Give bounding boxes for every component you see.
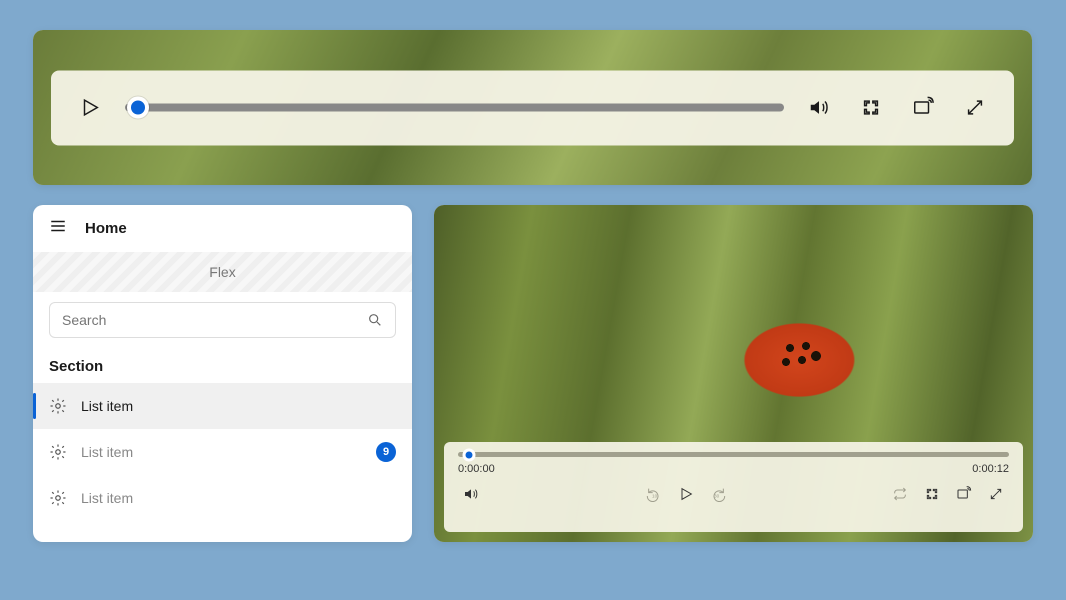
- seek-slider[interactable]: [125, 104, 784, 112]
- gear-icon: [49, 489, 67, 507]
- gear-icon: [49, 397, 67, 415]
- nav-header: Home: [33, 205, 412, 252]
- compact-overlay-button[interactable]: [854, 91, 888, 125]
- volume-icon: [463, 486, 479, 502]
- nav-item-label: List item: [81, 490, 396, 506]
- skip-forward-button[interactable]: 30: [705, 481, 731, 507]
- nav-item-0[interactable]: List item: [33, 383, 412, 429]
- compact-overlay-icon: [924, 486, 940, 502]
- skip-forward-icon: 30: [710, 486, 726, 502]
- video-seek-slider[interactable]: [458, 452, 1009, 457]
- hamburger-icon: [49, 217, 67, 235]
- loop-button[interactable]: [887, 481, 913, 507]
- play-icon: [79, 97, 101, 119]
- cast-icon: [912, 97, 934, 119]
- duration: 0:00:12: [972, 463, 1009, 475]
- nav-item-1[interactable]: List item 9: [33, 429, 412, 475]
- current-time: 0:00:00: [458, 463, 495, 475]
- search-wrap: [33, 292, 412, 348]
- fullscreen-icon: [988, 486, 1004, 502]
- compact-overlay-icon: [860, 97, 882, 119]
- navigation-panel: Home Flex Section List item List item 9 …: [33, 205, 412, 542]
- volume-icon: [808, 97, 830, 119]
- video-cast-button[interactable]: [951, 481, 977, 507]
- video-seek-thumb[interactable]: [463, 448, 476, 461]
- fullscreen-button[interactable]: [958, 91, 992, 125]
- video-compact-overlay-button[interactable]: [919, 481, 945, 507]
- play-button[interactable]: [73, 91, 107, 125]
- volume-button[interactable]: [802, 91, 836, 125]
- nav-item-2[interactable]: List item: [33, 475, 412, 521]
- cast-icon: [956, 486, 972, 502]
- play-icon: [678, 486, 694, 502]
- nav-item-label: List item: [81, 398, 396, 414]
- skip-back-button[interactable]: 10: [641, 481, 667, 507]
- nav-item-label: List item: [81, 444, 362, 460]
- top-player-controls: [51, 70, 1014, 145]
- section-header: Section: [33, 348, 412, 383]
- video-fullscreen-button[interactable]: [983, 481, 1009, 507]
- search-icon: [367, 312, 383, 328]
- seek-thumb[interactable]: [127, 97, 149, 119]
- svg-text:10: 10: [652, 493, 658, 498]
- nav-item-badge: 9: [376, 442, 396, 462]
- skip-back-icon: 10: [646, 486, 662, 502]
- search-input[interactable]: [62, 312, 359, 328]
- nav-title: Home: [85, 220, 127, 237]
- video-volume-button[interactable]: [458, 481, 484, 507]
- cast-button[interactable]: [906, 91, 940, 125]
- top-media-player: [33, 30, 1032, 185]
- gear-icon: [49, 443, 67, 461]
- flex-placeholder: Flex: [33, 252, 412, 292]
- video-controls: 0:00:00 0:00:12 10 30: [444, 442, 1023, 532]
- video-play-button[interactable]: [673, 481, 699, 507]
- video-player: 0:00:00 0:00:12 10 30: [434, 205, 1033, 542]
- fullscreen-icon: [964, 97, 986, 119]
- search-field[interactable]: [49, 302, 396, 338]
- loop-icon: [892, 486, 908, 502]
- hamburger-button[interactable]: [49, 217, 67, 240]
- svg-text:30: 30: [714, 493, 720, 498]
- time-row: 0:00:00 0:00:12: [458, 463, 1009, 475]
